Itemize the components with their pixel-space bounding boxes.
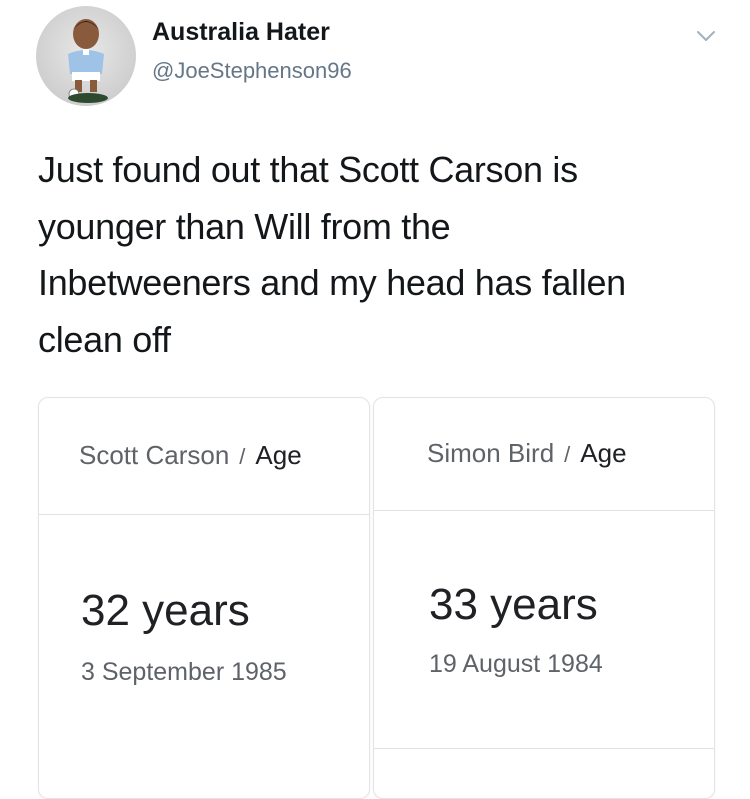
divider — [374, 748, 714, 749]
age-card-scott-carson[interactable]: Scott Carson / Age 32 years 3 September 19… — [38, 397, 370, 799]
breadcrumb-subject[interactable]: Scott Carson — [79, 440, 229, 470]
breadcrumb-attribute: Age — [255, 440, 302, 470]
age-card-simon-bird[interactable]: Simon Bird / Age 33 years 19 August 1984 — [373, 397, 715, 799]
breadcrumb: Simon Bird / Age — [427, 438, 627, 469]
tweet-text-line: younger than Will from the — [38, 205, 451, 247]
user-handle[interactable]: @JoeStephenson96 — [152, 58, 352, 84]
chevron-down-icon[interactable] — [694, 24, 718, 48]
age-value: 32 years — [81, 586, 250, 635]
tweet-text-line: Just found out that Scott Carson is — [38, 149, 578, 190]
breadcrumb: Scott Carson / Age — [79, 440, 302, 471]
bobblehead-figure-image — [68, 19, 108, 103]
tweet-text-line: clean off — [38, 318, 171, 360]
avatar[interactable] — [36, 6, 136, 106]
breadcrumb-attribute: Age — [580, 438, 627, 468]
breadcrumb-separator: / — [239, 444, 246, 469]
tweet-text-line: Inbetweeners and my head has fallen — [38, 262, 626, 303]
card-header: Simon Bird / Age — [374, 398, 714, 511]
age-value: 33 years — [429, 580, 598, 629]
card-header: Scott Carson / Age — [39, 398, 369, 515]
breadcrumb-separator: / — [564, 442, 571, 467]
breadcrumb-subject[interactable]: Simon Bird — [427, 438, 554, 468]
tweet-text: Just found out that Scott Carson is youn… — [38, 142, 718, 368]
birth-date: 19 August 1984 — [429, 650, 603, 678]
birth-date: 3 September 1985 — [81, 658, 287, 686]
display-name[interactable]: Australia Hater — [152, 18, 330, 47]
